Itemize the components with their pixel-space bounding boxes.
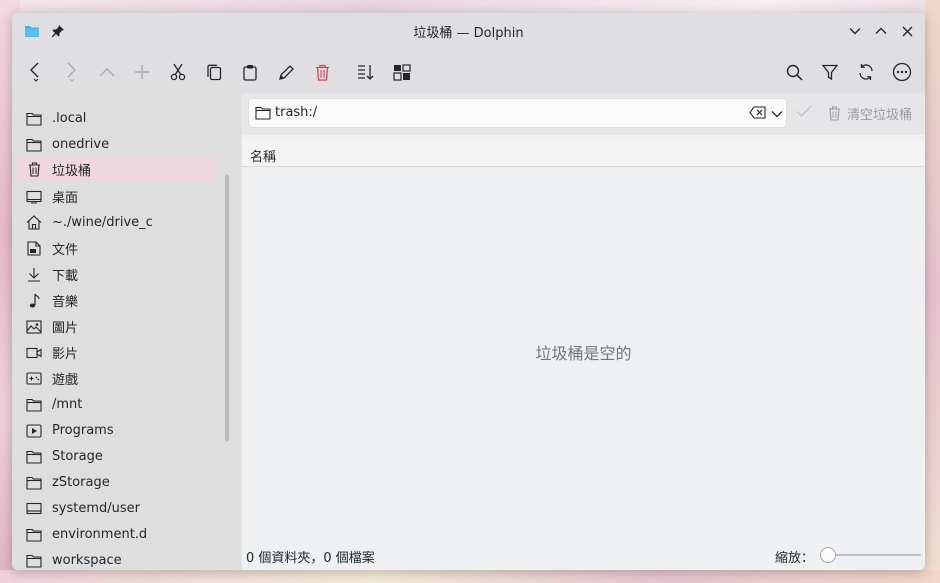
sidebar-item-label: zStorage xyxy=(52,475,110,490)
sidebar-item-trash[interactable]: 垃圾桶 xyxy=(18,157,216,182)
sidebar-item-label: 桌面 xyxy=(52,191,79,206)
clear-text-icon[interactable] xyxy=(749,106,766,123)
sidebar-item-label: 垃圾桶 xyxy=(52,164,92,179)
window-title: 垃圾桶 — Dolphin xyxy=(413,26,524,41)
trash-icon xyxy=(829,106,840,121)
folder-icon xyxy=(26,553,42,569)
dolphin-window: 垃圾桶 — Dolphin .local onedrive 垃圾桶 桌面 ~./… xyxy=(12,13,925,570)
zoom-slider-track[interactable] xyxy=(824,554,921,556)
zoom-label: 縮放： xyxy=(775,551,815,566)
paste-icon[interactable] xyxy=(237,59,263,85)
filter-icon[interactable] xyxy=(817,59,843,85)
search-icon[interactable] xyxy=(781,59,807,85)
sidebar-item-games[interactable]: 遊戲 xyxy=(18,366,216,391)
file-view: trash:/ 清空垃圾桶 名稱 垃圾桶是空的 0 個資料夾，0 個檔案 縮放： xyxy=(242,93,925,570)
desktop-icon xyxy=(26,189,42,205)
zoom-slider-handle[interactable] xyxy=(820,547,836,563)
column-name-header[interactable]: 名稱 xyxy=(250,146,276,165)
main-toolbar xyxy=(12,49,925,93)
status-bar: 0 個資料夾，0 個檔案 縮放： xyxy=(242,540,925,570)
empty-trash-message: 垃圾桶是空的 xyxy=(535,344,632,363)
location-path[interactable]: trash:/ xyxy=(275,105,317,120)
title-bar[interactable]: 垃圾桶 — Dolphin xyxy=(12,13,925,49)
documents-icon xyxy=(26,241,42,257)
wallpaper-right xyxy=(925,0,940,583)
maximize-button[interactable] xyxy=(871,21,891,41)
sidebar-item-label: environment.d xyxy=(52,527,148,542)
sidebar-item-label: Storage xyxy=(52,449,103,464)
location-bar[interactable]: trash:/ xyxy=(248,98,787,128)
sidebar-item-label: Programs xyxy=(52,423,114,438)
view-split-icon[interactable] xyxy=(389,59,415,85)
sidebar-item-onedrive[interactable]: onedrive xyxy=(18,132,216,157)
drive-icon xyxy=(26,501,42,517)
wallpaper-bottom xyxy=(0,570,940,583)
minimize-button[interactable] xyxy=(845,21,865,41)
sidebar-item-environment-d[interactable]: environment.d xyxy=(18,522,216,547)
sidebar-item-downloads[interactable]: 下載 xyxy=(18,262,216,287)
folder-icon xyxy=(26,397,42,413)
trash-icon xyxy=(26,162,42,178)
sidebar-scrollbar[interactable] xyxy=(225,175,229,441)
reload-icon[interactable] xyxy=(853,59,879,85)
sidebar-item-mnt[interactable]: /mnt xyxy=(18,392,216,417)
sidebar-item-workspace[interactable]: workspace xyxy=(18,548,216,570)
folder-icon xyxy=(26,137,42,153)
sidebar-item-music[interactable]: 音樂 xyxy=(18,288,216,313)
sidebar-item-label: 下載 xyxy=(52,269,79,284)
sidebar-item-label: ~./wine/drive_c xyxy=(52,215,153,230)
up-button[interactable] xyxy=(94,59,120,85)
programs-icon xyxy=(26,423,42,439)
sidebar-item-systemd-user[interactable]: systemd/user xyxy=(18,496,216,521)
sidebar-item-local[interactable]: .local xyxy=(18,106,216,131)
sidebar-item-programs[interactable]: Programs xyxy=(18,418,216,443)
sidebar-item-storage[interactable]: Storage xyxy=(18,444,216,469)
sidebar-item-zstorage[interactable]: zStorage xyxy=(18,470,216,495)
rename-icon[interactable] xyxy=(273,59,299,85)
checkmark-icon[interactable] xyxy=(796,105,812,121)
videos-icon xyxy=(26,345,42,361)
sidebar-item-label: 遊戲 xyxy=(52,373,79,388)
sidebar-item-videos[interactable]: 影片 xyxy=(18,340,216,365)
chevron-down-icon[interactable] xyxy=(771,107,783,122)
cut-icon[interactable] xyxy=(165,59,191,85)
sidebar-item-documents[interactable]: 文件 xyxy=(18,236,216,261)
sidebar-item-label: .local xyxy=(52,111,87,126)
column-header: 名稱 xyxy=(242,141,925,167)
back-button[interactable] xyxy=(22,59,48,85)
folder-icon xyxy=(26,527,42,543)
sidebar-item-wine-drive[interactable]: ~./wine/drive_c xyxy=(18,210,216,235)
sidebar-item-desktop[interactable]: 桌面 xyxy=(18,184,216,209)
games-icon xyxy=(26,371,42,387)
sidebar-item-label: workspace xyxy=(52,553,122,568)
copy-icon[interactable] xyxy=(201,59,227,85)
close-button[interactable] xyxy=(897,21,917,41)
folder-icon xyxy=(26,111,42,127)
home-icon xyxy=(26,215,42,231)
pictures-icon xyxy=(26,319,42,335)
download-icon xyxy=(26,267,42,283)
folder-icon xyxy=(26,449,42,465)
sidebar-item-label: systemd/user xyxy=(52,501,140,516)
empty-trash-button[interactable]: 清空垃圾桶 xyxy=(828,104,912,123)
folder-icon xyxy=(26,475,42,491)
status-text: 0 個資料夾，0 個檔案 xyxy=(246,551,375,566)
more-menu-icon[interactable] xyxy=(889,59,915,85)
sidebar-item-label: 影片 xyxy=(52,347,79,362)
forward-button[interactable] xyxy=(58,59,84,85)
sidebar-item-label: onedrive xyxy=(52,137,110,152)
location-toolbar: trash:/ 清空垃圾桶 xyxy=(242,93,925,135)
sidebar-item-label: /mnt xyxy=(52,397,83,412)
sidebar-item-label: 文件 xyxy=(52,243,79,258)
new-button[interactable] xyxy=(129,59,155,85)
delete-icon[interactable] xyxy=(309,59,335,85)
empty-trash-label: 清空垃圾桶 xyxy=(847,108,913,123)
sort-icon[interactable] xyxy=(353,59,379,85)
sidebar-item-label: 音樂 xyxy=(52,295,79,310)
sidebar-item-label: 圖片 xyxy=(52,321,79,336)
sidebar-item-pictures[interactable]: 圖片 xyxy=(18,314,216,339)
music-icon xyxy=(26,293,42,309)
folder-icon xyxy=(255,106,271,124)
places-panel: .local onedrive 垃圾桶 桌面 ~./wine/drive_c 文… xyxy=(12,93,241,570)
